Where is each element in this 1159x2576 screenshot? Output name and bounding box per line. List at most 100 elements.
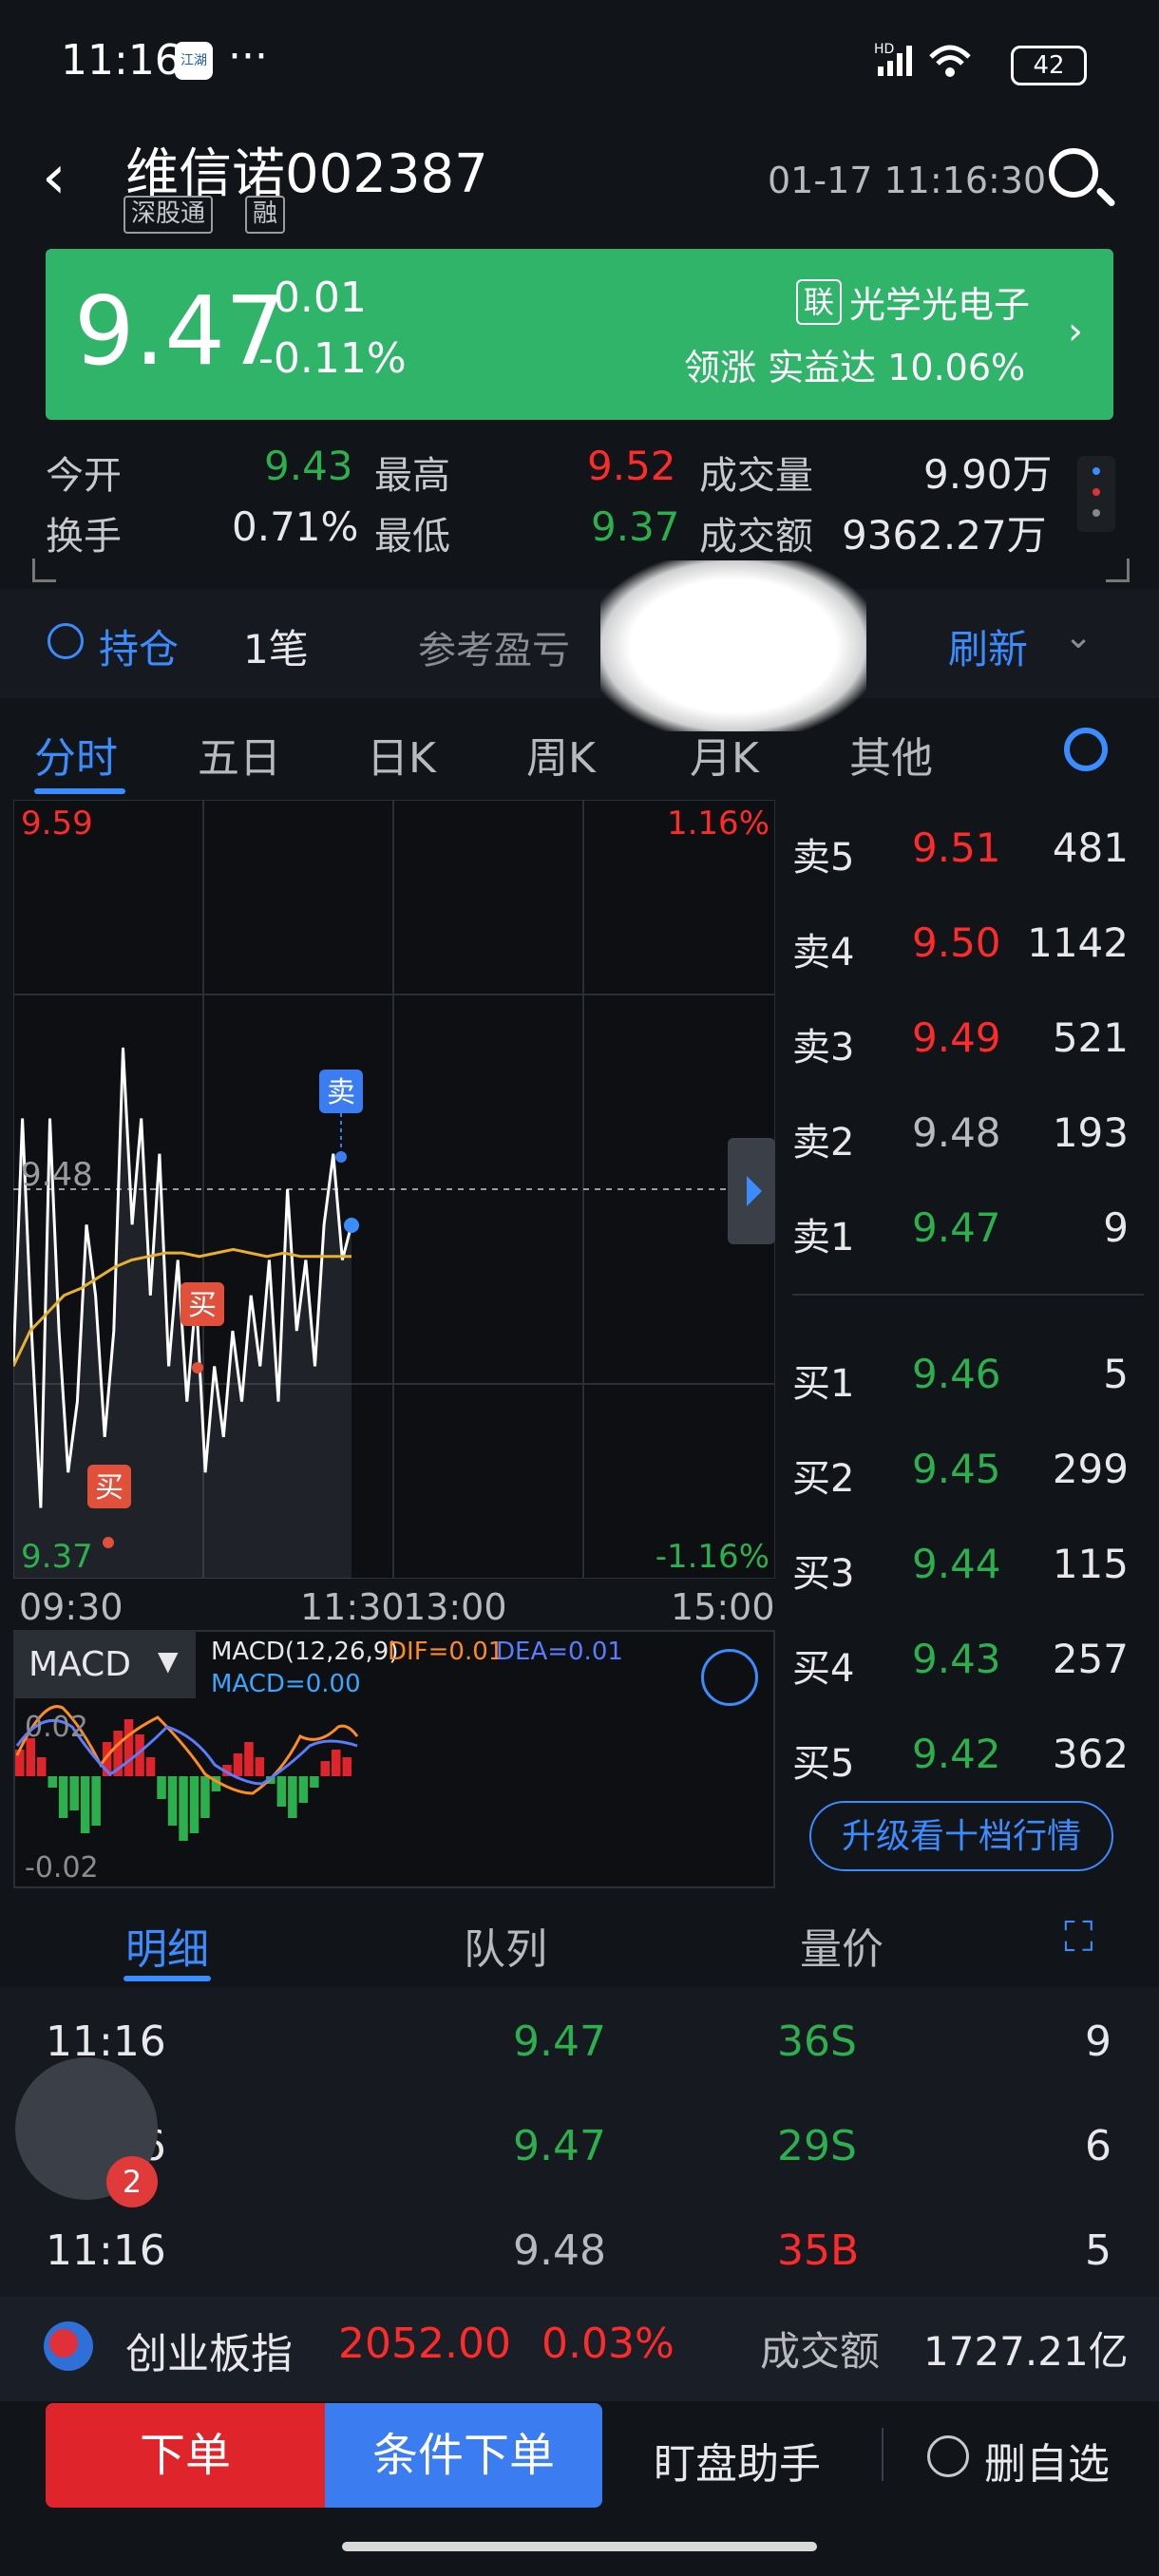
upgrade-ten-level-button[interactable]: 升级看十档行情 bbox=[809, 1801, 1113, 1871]
deal-qty: 9 bbox=[1085, 2017, 1112, 2066]
chevron-right-icon[interactable]: › bbox=[1068, 310, 1083, 353]
leader-name: 实益达 bbox=[768, 347, 877, 388]
turnover-value: 0.71% bbox=[232, 503, 359, 550]
y-bottom-label: 9.37 bbox=[21, 1538, 93, 1576]
battery-icon: 42 bbox=[1011, 46, 1087, 85]
minus-circle-icon[interactable] bbox=[927, 2435, 969, 2477]
ask-label: 卖1 bbox=[792, 1216, 855, 1260]
x-axis: 09:30 11:30 13:00 15:00 bbox=[0, 1579, 775, 1630]
status-time: 11:16 bbox=[61, 36, 181, 85]
high-value: 9.52 bbox=[587, 443, 676, 489]
tab-detail[interactable]: 明细 bbox=[125, 1915, 209, 1976]
order-button[interactable]: 下单 bbox=[46, 2403, 325, 2508]
low-value: 9.37 bbox=[591, 503, 680, 550]
ask-row[interactable]: 卖3 9.49 521 bbox=[779, 995, 1155, 1071]
macd-bar bbox=[276, 1776, 287, 1807]
bid-row[interactable]: 买2 9.45 299 bbox=[779, 1427, 1155, 1503]
bid-row[interactable]: 买3 9.44 115 bbox=[779, 1522, 1155, 1598]
order-book: 卖5 9.51 481 卖4 9.50 1142 卖3 9.49 521 卖2 9.48 193 卖1 9… bbox=[779, 800, 1155, 1892]
ask-label: 卖4 bbox=[792, 931, 855, 975]
ask-row[interactable]: 卖1 9.47 9 bbox=[779, 1185, 1155, 1261]
deal-volume: 29S bbox=[777, 2122, 857, 2170]
chart-svg: 9.59 9.48 9.37 1.16% -1.16% 卖 买 买 bbox=[11, 799, 776, 1580]
dot-gray bbox=[1092, 509, 1100, 517]
trend-icon bbox=[48, 623, 84, 659]
x-tick-1500: 15:00 bbox=[671, 1586, 775, 1628]
bid-row[interactable]: 买5 9.42 362 bbox=[779, 1712, 1155, 1788]
ask-price: 9.49 bbox=[912, 1014, 1001, 1061]
deal-time: 11:16 bbox=[46, 2226, 166, 2275]
refresh-button[interactable]: 刷新 bbox=[948, 617, 1028, 675]
macd-panel: 0.02 -0.02 MACD ▼ MACD(12,26,9) DIF=0.01… bbox=[13, 1630, 775, 1888]
bottom-divider bbox=[882, 2428, 884, 2481]
holding-label[interactable]: 持仓 bbox=[99, 617, 179, 675]
pct-bottom-label: -1.16% bbox=[656, 1538, 770, 1576]
intraday-chart[interactable]: 9.59 9.48 9.37 1.16% -1.16% 卖 买 买 bbox=[11, 799, 776, 1580]
ask-volume: 9 bbox=[1103, 1204, 1129, 1251]
y-mid-label: 9.48 bbox=[21, 1156, 93, 1194]
expand-icon[interactable] bbox=[701, 1649, 758, 1706]
deal-time: 11:16 bbox=[46, 2017, 166, 2066]
ask-row[interactable]: 卖2 9.48 193 bbox=[779, 1090, 1155, 1166]
high-label: 最高 bbox=[374, 454, 450, 498]
turnover-label: 换手 bbox=[46, 515, 122, 559]
status-bar: 11:16 江湖 ··· HD 42 bbox=[0, 0, 1159, 123]
corner-mark bbox=[1106, 559, 1130, 582]
tab-other[interactable]: 其他 bbox=[849, 724, 933, 785]
bid-row[interactable]: 买1 9.46 5 bbox=[779, 1332, 1155, 1408]
notification-badge: 2 bbox=[106, 2156, 158, 2207]
chevron-down-icon[interactable]: ⌄ bbox=[1064, 617, 1092, 656]
holding-count: 1笔 bbox=[243, 626, 309, 672]
macd-bar bbox=[69, 1776, 79, 1810]
search-icon[interactable] bbox=[1049, 148, 1098, 198]
gear-icon[interactable] bbox=[1064, 728, 1108, 771]
home-indicator[interactable] bbox=[342, 2542, 817, 2551]
bid-price: 9.46 bbox=[912, 1351, 1001, 1397]
corner-mark bbox=[32, 559, 56, 582]
amount-value: 9362.27万 bbox=[842, 512, 1047, 559]
volume-value: 9.90万 bbox=[923, 451, 1053, 498]
macd-top-label: 0.02 bbox=[25, 1711, 88, 1744]
deal-volume: 35B bbox=[777, 2226, 860, 2275]
back-button[interactable]: ‹ bbox=[42, 142, 66, 213]
macd-bar bbox=[91, 1776, 101, 1826]
bid-price: 9.42 bbox=[912, 1731, 1001, 1777]
deal-list: 11:169.4736S911:169.4729S611:169.4835B5 bbox=[0, 1987, 1159, 2302]
ask-row[interactable]: 卖5 9.51 481 bbox=[779, 805, 1155, 881]
deal-qty: 6 bbox=[1085, 2122, 1112, 2170]
macd-bar bbox=[167, 1776, 178, 1826]
tab-volume-price[interactable]: 量价 bbox=[800, 1915, 884, 1976]
bid-row[interactable]: 买4 9.43 257 bbox=[779, 1617, 1155, 1693]
fullscreen-icon[interactable]: ⛶ bbox=[1064, 1913, 1093, 1961]
sector-leader[interactable]: 领涨 实益达 10.06% bbox=[684, 338, 1025, 390]
sector-name[interactable]: 光学光电子 bbox=[849, 275, 1030, 328]
remove-watchlist-button[interactable]: 删自选 bbox=[984, 2430, 1110, 2491]
ask-volume: 521 bbox=[1052, 1014, 1129, 1061]
index-value: 2052.00 bbox=[338, 2320, 511, 2368]
price-change-pct: -0.11% bbox=[258, 334, 407, 383]
leader-pct: 10.06% bbox=[887, 347, 1026, 388]
tab-intraday[interactable]: 分时 bbox=[34, 724, 118, 785]
ask-price: 9.51 bbox=[912, 824, 1001, 871]
macd-bar bbox=[124, 1719, 134, 1776]
order-book-divider bbox=[792, 1294, 1144, 1296]
tab-day-k[interactable]: 日K bbox=[367, 724, 436, 785]
macd-value: MACD=0.00 bbox=[211, 1670, 361, 1698]
macd-bar bbox=[200, 1776, 210, 1818]
dea-value: DEA=0.01 bbox=[496, 1638, 623, 1666]
price-change: -0.01 bbox=[258, 274, 367, 322]
tab-five-day[interactable]: 五日 bbox=[198, 724, 281, 785]
ask-price: 9.48 bbox=[912, 1109, 1001, 1156]
watch-assistant-button[interactable]: 盯盘助手 bbox=[654, 2430, 821, 2491]
macd-bar bbox=[288, 1776, 297, 1818]
macd-bar bbox=[298, 1776, 309, 1803]
tab-queue[interactable]: 队列 bbox=[464, 1915, 547, 1976]
buy-marker-label: 买 bbox=[95, 1471, 124, 1505]
macd-bar bbox=[179, 1776, 188, 1841]
tab-month-k[interactable]: 月K bbox=[690, 724, 759, 785]
ask-row[interactable]: 卖4 9.50 1142 bbox=[779, 900, 1155, 976]
volume-label: 成交量 bbox=[699, 454, 813, 498]
macd-bottom-label: -0.02 bbox=[25, 1851, 99, 1885]
tab-week-k[interactable]: 周K bbox=[526, 724, 596, 785]
conditional-order-button[interactable]: 条件下单 bbox=[325, 2403, 602, 2508]
